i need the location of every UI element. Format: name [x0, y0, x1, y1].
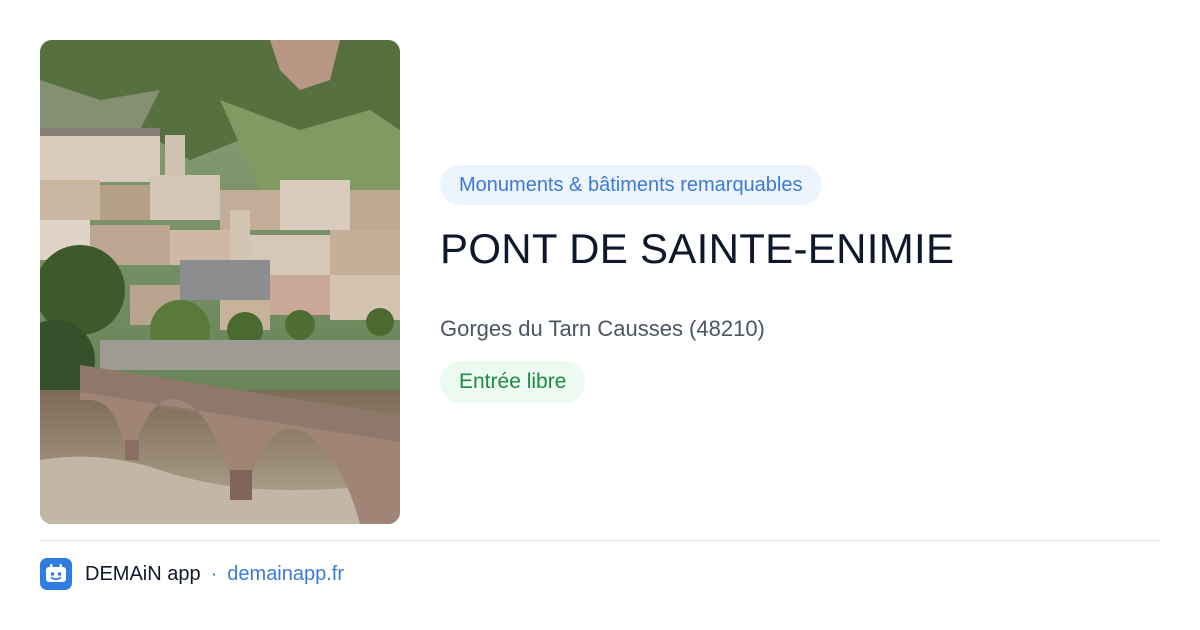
app-logo-icon [40, 558, 72, 590]
category-badge[interactable]: Monuments & bâtiments remarquables [440, 165, 822, 205]
footer-separator: · [210, 562, 218, 585]
place-title: PONT DE SAINTE-ENIMIE [440, 225, 955, 272]
footer: DEMAiN app · demainapp.fr [40, 558, 344, 590]
brand-name: DEMAiN app [85, 562, 201, 585]
footer-divider [40, 540, 1160, 541]
place-location: Gorges du Tarn Causses (48210) [440, 316, 765, 341]
place-photo [40, 40, 400, 524]
place-info: Monuments & bâtiments remarquables PONT … [440, 165, 1160, 403]
price-badge: Entrée libre [440, 361, 586, 403]
site-link[interactable]: demainapp.fr [227, 563, 344, 586]
